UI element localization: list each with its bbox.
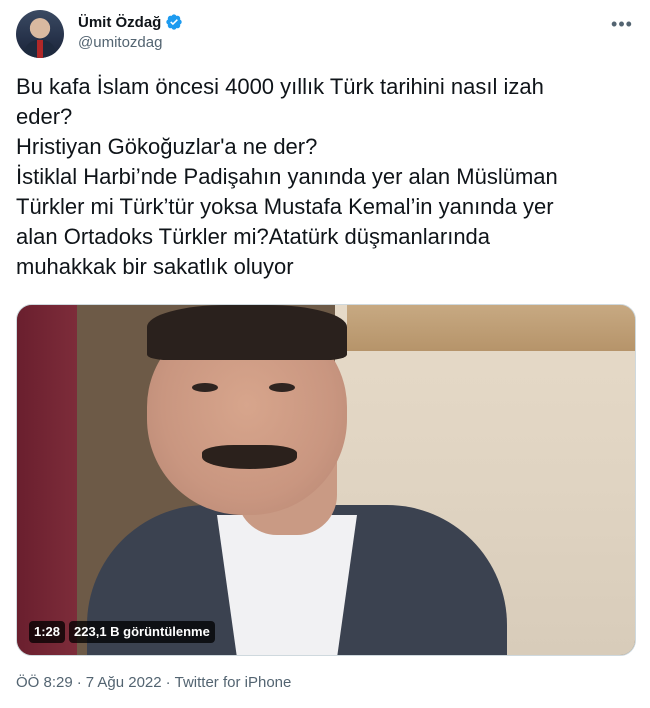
video-person-hair: [147, 305, 347, 360]
more-options-button[interactable]: •••: [610, 12, 634, 36]
more-horizontal-icon: •••: [611, 13, 633, 34]
tweet-metadata: ÖÖ 8:29 · 7 Ağu 2022 · Twitter for iPhon…: [16, 674, 291, 691]
video-person-shirt: [217, 515, 357, 655]
video-duration-badge: 1:28: [29, 621, 66, 643]
verified-badge-icon: [166, 14, 183, 30]
video-overlay-badges: 1:28 223,1 B görüntülenme: [29, 621, 215, 643]
video-person-right-eye: [269, 383, 295, 392]
author-display-name[interactable]: Ümit Özdağ: [78, 14, 161, 31]
meta-separator: ·: [76, 674, 82, 691]
video-player[interactable]: 1:28 223,1 B görüntülenme: [16, 304, 636, 656]
video-person-mustache: [202, 445, 297, 469]
tweet-date[interactable]: 7 Ağu 2022: [86, 674, 162, 691]
author-name-row: Ümit Özdağ: [78, 13, 183, 31]
tweet-text: Bu kafa İslam öncesi 4000 yıllık Türk ta…: [16, 74, 558, 279]
tweet-header: Ümit Özdağ @umitozdag •••: [16, 10, 634, 60]
meta-separator: ·: [165, 674, 171, 691]
author-avatar[interactable]: [16, 10, 64, 58]
video-views-badge: 223,1 B görüntülenme: [69, 621, 215, 643]
avatar-tie: [37, 40, 43, 58]
video-background-curtain: [17, 305, 77, 655]
author-handle[interactable]: @umitozdag: [78, 34, 162, 51]
video-background-frame: [347, 305, 635, 351]
tweet-time[interactable]: ÖÖ 8:29: [16, 674, 73, 691]
tweet-source[interactable]: Twitter for iPhone: [175, 674, 292, 691]
video-person-left-eye: [192, 383, 218, 392]
